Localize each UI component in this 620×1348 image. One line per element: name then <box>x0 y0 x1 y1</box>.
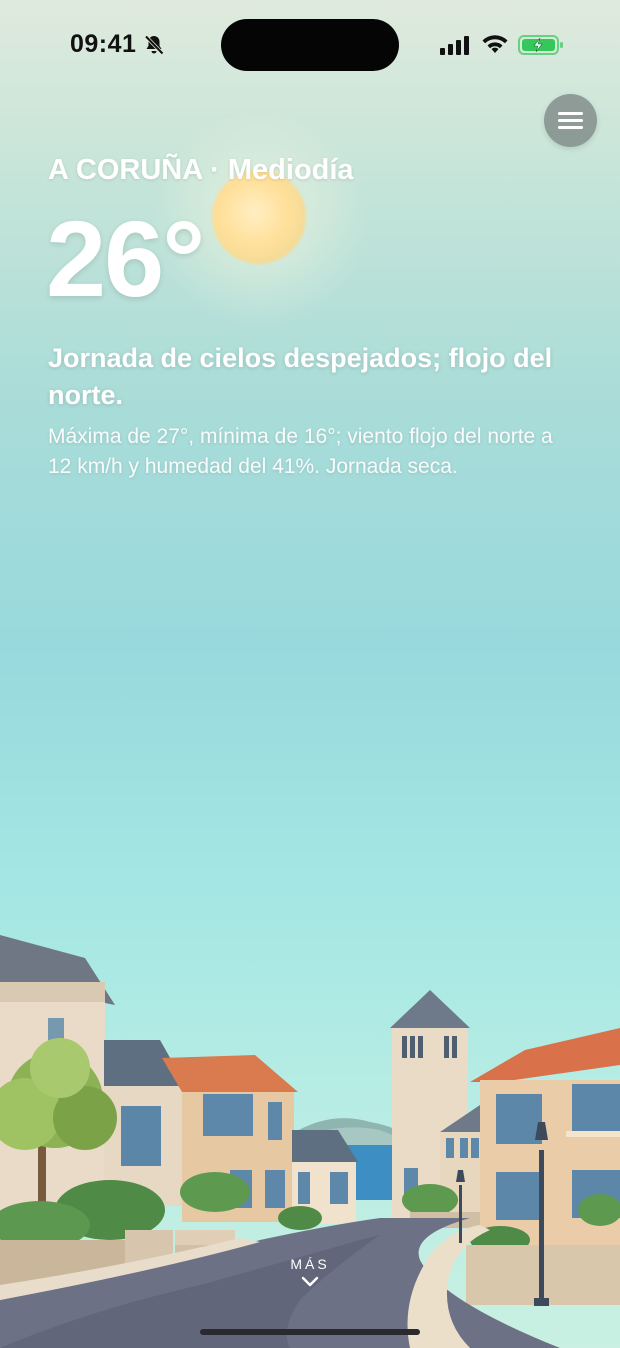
chevron-down-icon[interactable] <box>300 1276 320 1288</box>
hamburger-menu-icon <box>558 112 583 115</box>
bell-slash-icon <box>144 35 164 55</box>
weather-headline: Jornada de cielos despejados; flojo del … <box>48 343 553 410</box>
dynamic-island <box>221 19 399 71</box>
current-temperature: 26° <box>46 198 205 319</box>
status-bar: 09:41 <box>0 0 620 92</box>
battery-charging-icon <box>518 35 563 55</box>
menu-button[interactable] <box>544 94 597 147</box>
weather-detail: Máxima de 27°, mínima de 16°; viento flo… <box>48 425 553 478</box>
location-label: A CORUÑA · Mediodía <box>48 154 354 186</box>
more-button[interactable]: MÁS <box>250 1256 370 1272</box>
wifi-icon <box>482 35 508 53</box>
home-indicator[interactable] <box>200 1329 420 1335</box>
status-time: 09:41 <box>70 30 137 58</box>
signal-icon <box>440 36 469 55</box>
